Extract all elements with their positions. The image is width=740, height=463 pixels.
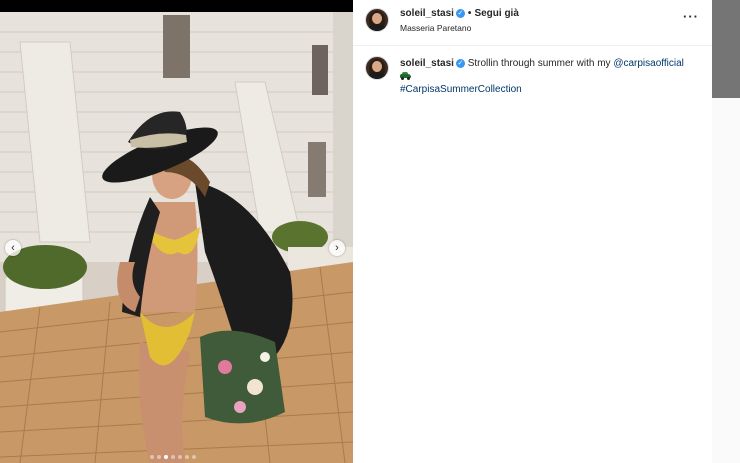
author-line: soleil_stasi ✓ • Segui già: [400, 8, 519, 19]
carousel-prev-button[interactable]: ‹: [5, 240, 21, 256]
caption-text: soleil_stasi ✓ Strollin through summer wi…: [400, 57, 690, 96]
carousel-dot: [150, 455, 154, 459]
verified-badge-icon: ✓: [455, 8, 465, 18]
post-location[interactable]: Masseria Paretano: [400, 23, 471, 33]
carousel-next-button[interactable]: ›: [329, 240, 345, 256]
author-username[interactable]: soleil_stasi: [400, 8, 454, 19]
following-button[interactable]: Segui già: [474, 8, 518, 19]
carousel-dot: [178, 455, 182, 459]
caption-author-avatar[interactable]: [365, 56, 389, 80]
photo-illustration: [0, 12, 353, 463]
more-options-icon[interactable]: ···: [683, 9, 699, 24]
caption-body: Strollin through summer with my: [467, 58, 611, 69]
carousel-indicator: [150, 455, 196, 459]
caption-username[interactable]: soleil_stasi: [400, 58, 454, 69]
carousel-dot: [171, 455, 175, 459]
caption-mention-link[interactable]: @carpisaofficial: [613, 58, 684, 69]
post-header: soleil_stasi ✓ • Segui già Masseria Paretan…: [353, 0, 712, 46]
verified-badge-icon: ✓: [455, 58, 465, 68]
post-photo[interactable]: ‹ ›: [0, 12, 353, 463]
scrollbar[interactable]: [712, 0, 740, 463]
carousel-dot: [192, 455, 196, 459]
carousel-dot-active: [164, 455, 168, 459]
carousel-dot: [157, 455, 161, 459]
top-black-bar: [0, 0, 353, 12]
post-side-panel: soleil_stasi ✓ • Segui già Masseria Paretan…: [353, 0, 712, 463]
race-car-emoji-icon: [400, 72, 411, 81]
separator-dot: •: [467, 8, 472, 19]
carousel-dot: [185, 455, 189, 459]
scrollbar-thumb[interactable]: [712, 0, 740, 98]
author-avatar[interactable]: [365, 8, 389, 32]
caption-hashtag-link[interactable]: #CarpisaSummerCollection: [400, 84, 522, 95]
